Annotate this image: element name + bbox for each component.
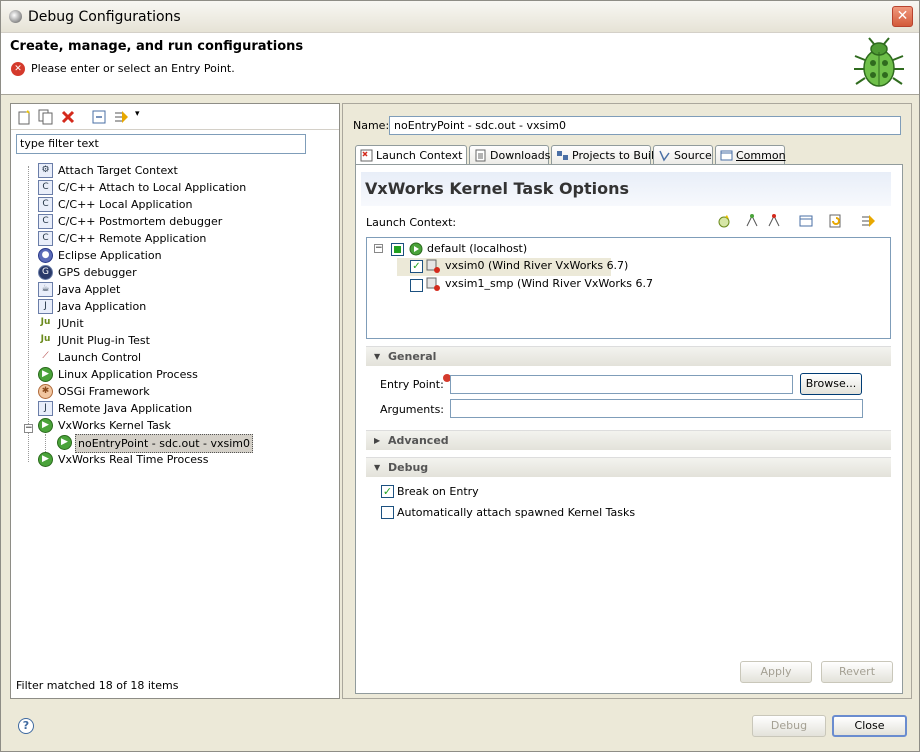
collapsed-arrow-icon: ▶ — [374, 436, 381, 445]
root-host-label: default (localhost) — [427, 242, 528, 255]
duplicate-configuration-icon[interactable] — [38, 109, 54, 125]
collapse-toggle[interactable]: − — [374, 244, 383, 253]
tab-source[interactable]: Source — [653, 145, 713, 165]
target-icon — [426, 259, 440, 273]
expanded-arrow-icon: ▼ — [374, 352, 381, 361]
configurations-toolbar: ▾ — [11, 104, 339, 130]
filter-status: Filter matched 18 of 18 items — [16, 679, 179, 692]
general-section-header[interactable]: ▼ General — [366, 346, 891, 366]
c-icon: C — [38, 214, 53, 229]
downloads-icon — [475, 149, 486, 162]
dialog-header: Create, manage, and run configurations ✕… — [1, 33, 919, 95]
window-icon — [9, 10, 22, 23]
tab-projects-to-build[interactable]: Projects to Build — [551, 145, 661, 165]
tab-downloads[interactable]: Downloads — [469, 145, 550, 165]
debug-section-header[interactable]: ▼ Debug — [366, 457, 891, 477]
launch-icon: ⟋ — [42, 351, 49, 361]
vxsim0-checkbox[interactable]: ✓ — [410, 260, 423, 273]
section-title: VxWorks Kernel Task Options — [365, 179, 630, 198]
c-icon: C — [38, 180, 53, 195]
auto-attach-checkbox[interactable] — [381, 506, 394, 519]
collapse-toggle[interactable]: − — [24, 424, 33, 433]
break-on-entry-label: Break on Entry — [397, 485, 479, 498]
refresh-icon[interactable] — [828, 213, 844, 229]
dialog-heading: Create, manage, and run configurations — [10, 39, 304, 54]
debug-configurations-window: Debug Configurations ✕ Create, manage, a… — [0, 0, 920, 752]
java-icon: J — [38, 299, 53, 314]
auto-attach-label: Automatically attach spawned Kernel Task… — [397, 506, 636, 519]
configurations-panel: ▾ type filter text ⚙ Attach Target Contex… — [10, 103, 340, 699]
vxsim1-checkbox[interactable] — [410, 279, 423, 292]
launch-context-icon — [360, 149, 373, 162]
filter-configurations-icon[interactable] — [113, 109, 129, 125]
target-label: vxsim1_smp (Wind River VxWorks 6.7 — [445, 277, 653, 290]
name-input[interactable]: noEntryPoint - sdc.out - vxsim0 — [389, 116, 901, 135]
launch-context-label: Launch Context: — [366, 216, 457, 229]
close-window-button[interactable]: ✕ — [892, 6, 913, 27]
source-icon — [659, 150, 670, 162]
browse-button[interactable]: Browse... — [800, 373, 862, 395]
revert-button[interactable]: Revert — [821, 661, 893, 683]
arguments-label: Arguments: — [380, 403, 445, 416]
debug-button[interactable]: Debug — [752, 715, 826, 737]
help-icon[interactable]: ? — [18, 718, 34, 734]
name-label: Name: — [353, 119, 390, 132]
target-icon — [426, 277, 440, 291]
filter-targets-icon[interactable] — [860, 213, 876, 229]
window-title: Debug Configurations — [28, 9, 181, 25]
apply-button[interactable]: Apply — [740, 661, 812, 683]
launch-context-toolbar — [716, 213, 896, 231]
entry-point-label: Entry Point: — [380, 378, 444, 391]
section-header: VxWorks Kernel Task Options — [361, 172, 891, 206]
add-connection-icon[interactable] — [716, 213, 732, 229]
projects-icon — [557, 151, 568, 160]
launch-context-tree: − default (localhost) ✓ vxsim0 (Wind Riv… — [366, 237, 891, 339]
filter-input[interactable]: type filter text — [16, 134, 306, 154]
applet-icon: ☕ — [38, 282, 53, 297]
error-icon: ✕ — [11, 62, 25, 76]
configuration-editor: Name: noEntryPoint - sdc.out - vxsim0 La… — [342, 103, 912, 699]
host-icon — [409, 242, 423, 256]
debug-bug-icon — [854, 37, 904, 87]
vxworks-icon: ▶ — [38, 452, 53, 467]
filter-dropdown-icon[interactable]: ▾ — [135, 109, 140, 119]
launch-context-tab-body: VxWorks Kernel Task Options Launch Conte… — [355, 164, 903, 694]
osgi-icon: ✱ — [38, 384, 53, 399]
expanded-arrow-icon: ▼ — [374, 463, 381, 472]
collapse-all-icon[interactable] — [91, 109, 107, 125]
new-configuration-icon[interactable] — [17, 109, 33, 125]
disconnect-icon[interactable] — [766, 213, 782, 229]
properties-icon[interactable] — [798, 213, 814, 229]
break-on-entry-checkbox[interactable]: ✓ — [381, 485, 394, 498]
arguments-input[interactable] — [450, 399, 863, 418]
gps-icon: G — [38, 265, 53, 280]
junit-icon: Ju — [40, 334, 51, 344]
root-checkbox[interactable] — [391, 243, 404, 256]
remote-icon: J — [38, 401, 53, 416]
junit-icon: Ju — [40, 317, 51, 327]
target-label: vxsim0 (Wind River VxWorks 6.7) — [445, 259, 629, 272]
common-icon — [720, 150, 733, 161]
tab-common[interactable]: Common — [715, 145, 786, 165]
eclipse-icon: ● — [38, 248, 53, 263]
close-button[interactable]: Close — [832, 715, 907, 737]
vxworks-icon: ▶ — [57, 435, 72, 450]
linux-icon: ▶ — [38, 367, 53, 382]
title-bar: Debug Configurations ✕ — [1, 1, 919, 33]
delete-configuration-icon[interactable] — [60, 109, 76, 125]
tab-launch-context[interactable]: Launch Context — [355, 145, 467, 166]
error-message: Please enter or select an Entry Point. — [31, 62, 235, 75]
entry-point-input[interactable] — [450, 375, 793, 394]
advanced-section-header[interactable]: ▶ Advanced — [366, 430, 891, 450]
attach-icon: ⚙ — [38, 163, 53, 178]
vxworks-icon: ▶ — [38, 418, 53, 433]
connect-icon[interactable] — [744, 213, 760, 229]
c-icon: C — [38, 197, 53, 212]
c-icon: C — [38, 231, 53, 246]
